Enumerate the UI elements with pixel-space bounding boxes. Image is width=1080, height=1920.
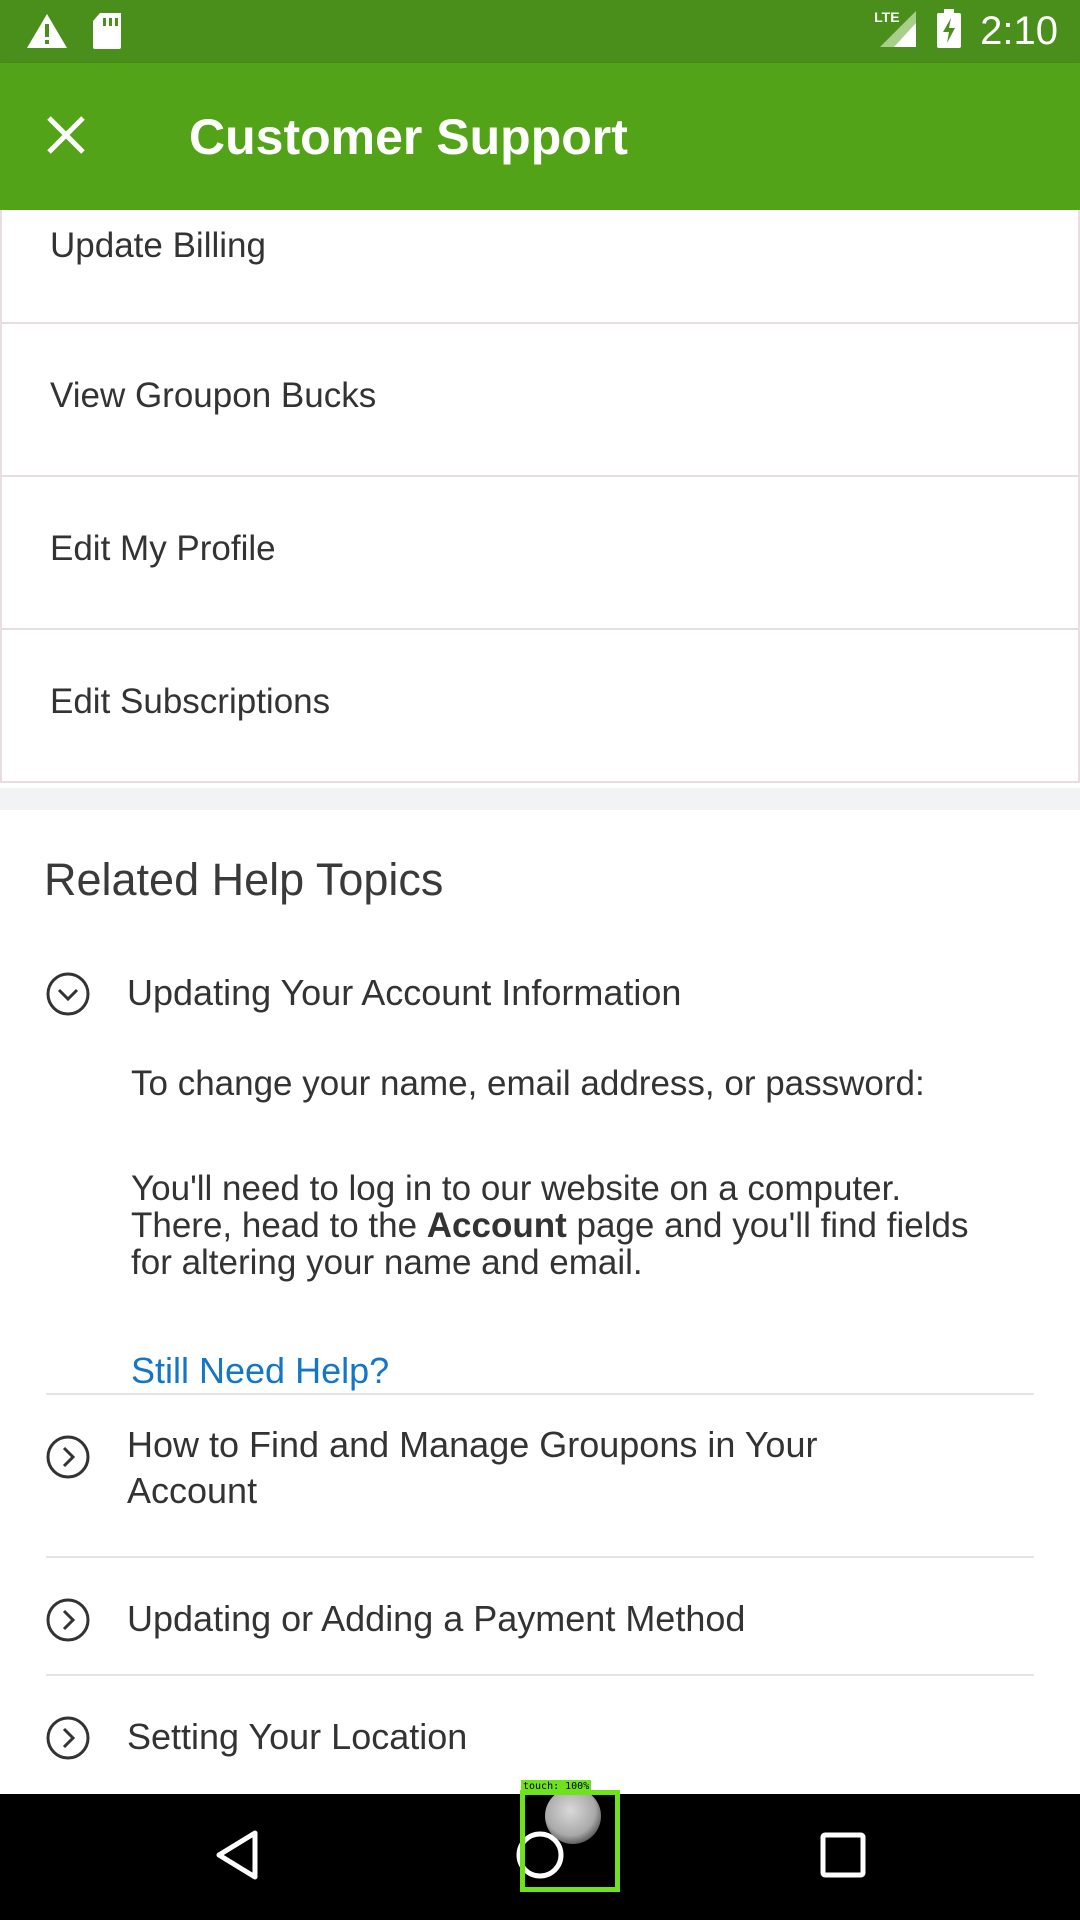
chevron-right-circle-icon (46, 1598, 90, 1642)
signal-icon: LTE (874, 9, 918, 54)
sd-card-icon (90, 12, 124, 55)
recents-button[interactable] (808, 1822, 878, 1892)
topic-setting-location[interactable]: Setting Your Location (0, 1690, 1080, 1790)
support-menu-list: Update Billing View Groupon Bucks Edit M… (0, 210, 1080, 783)
topic-title: How to Find and Manage Groupons in Your … (127, 1424, 818, 1511)
app-bar: Customer Support (0, 63, 1080, 210)
chevron-down-circle-icon[interactable] (46, 972, 90, 1016)
answer-question: To change your name, email address, or p… (131, 1064, 925, 1103)
answer-body: You'll need to log in to our website on … (131, 1170, 1011, 1281)
menu-item-label: Edit Subscriptions (50, 682, 331, 721)
chevron-right-circle-icon (46, 1716, 90, 1760)
touch-highlight-box (520, 1790, 620, 1892)
divider (46, 1556, 1034, 1558)
menu-item-label: Update Billing (50, 226, 266, 265)
topic-updating-account-info[interactable]: Updating Your Account Information (0, 963, 1080, 1023)
still-need-help-link[interactable]: Still Need Help? (131, 1350, 389, 1392)
back-button[interactable] (202, 1822, 272, 1892)
section-divider (0, 788, 1080, 810)
answer-bold-account: Account (426, 1206, 567, 1245)
chevron-right-circle-icon (46, 1435, 90, 1479)
menu-item-update-billing[interactable]: Update Billing (0, 210, 1080, 324)
touch-label: touch: 100% (521, 1780, 592, 1794)
back-icon (213, 1829, 261, 1886)
status-bar: LTE 2:10 (0, 0, 1080, 63)
topic-find-manage-groupons[interactable]: How to Find and Manage Groupons in Your … (0, 1410, 1080, 1511)
topic-title: Updating Your Account Information (127, 972, 682, 1013)
page-title: Customer Support (189, 109, 628, 165)
menu-item-edit-subscriptions[interactable]: Edit Subscriptions (0, 630, 1080, 783)
menu-item-view-groupon-bucks[interactable]: View Groupon Bucks (0, 324, 1080, 477)
network-type-label: LTE (874, 8, 900, 25)
status-time: 2:10 (980, 9, 1058, 53)
topic-title: Updating or Adding a Payment Method (127, 1598, 746, 1639)
close-button[interactable] (26, 97, 106, 177)
menu-item-edit-my-profile[interactable]: Edit My Profile (0, 477, 1080, 630)
menu-item-label: View Groupon Bucks (50, 376, 377, 415)
divider (46, 1674, 1034, 1676)
topic-payment-method[interactable]: Updating or Adding a Payment Method (0, 1572, 1080, 1672)
menu-item-label: Edit My Profile (50, 529, 276, 568)
warning-icon (26, 13, 68, 54)
divider (46, 1393, 1034, 1395)
close-icon (46, 115, 86, 160)
battery-charging-icon (936, 8, 962, 54)
recents-icon (819, 1831, 867, 1884)
topic-title: Setting Your Location (127, 1716, 468, 1757)
related-topics-heading: Related Help Topics (44, 854, 444, 905)
